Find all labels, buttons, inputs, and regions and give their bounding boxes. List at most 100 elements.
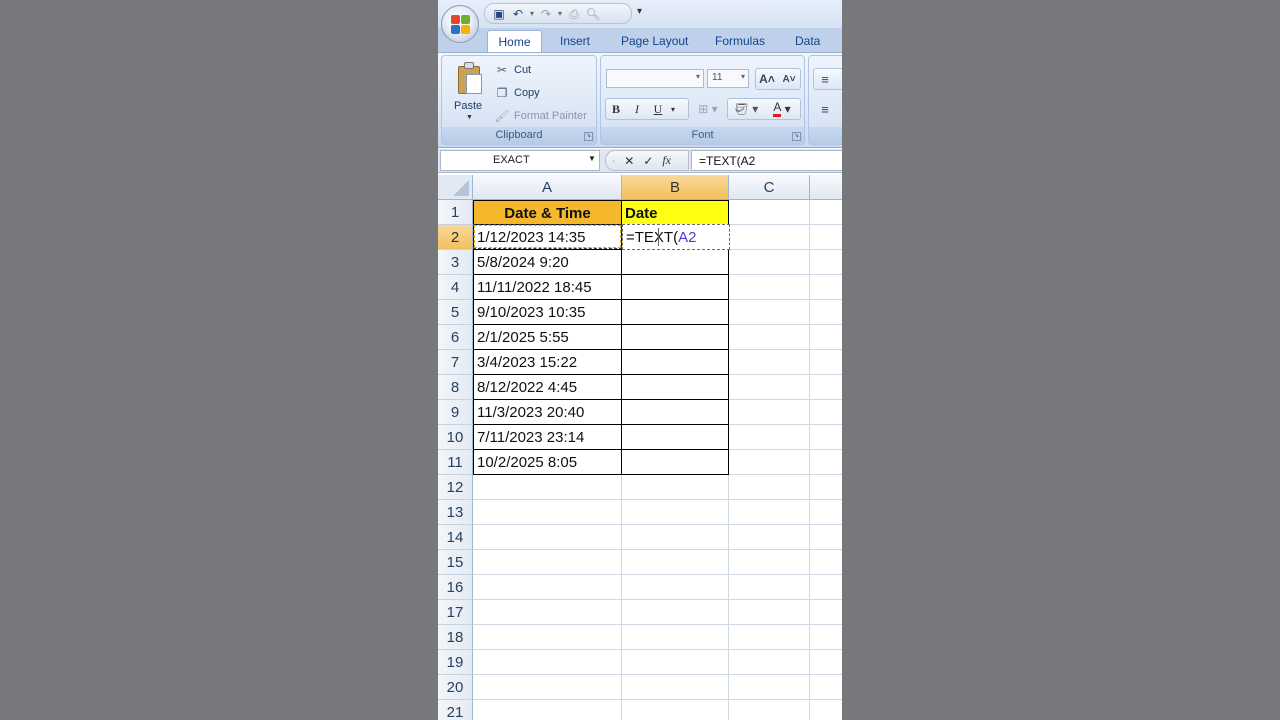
- tab-home[interactable]: Home: [487, 30, 542, 54]
- grid-cell[interactable]: 9/10/2023 10:35: [473, 300, 622, 325]
- grid-cell[interactable]: [473, 550, 622, 575]
- grid-cell[interactable]: [729, 300, 810, 325]
- grid-cell[interactable]: Date & Time: [473, 200, 622, 225]
- tab-insert[interactable]: Insert: [560, 34, 590, 48]
- grid-cell[interactable]: [810, 425, 842, 450]
- row-header[interactable]: 10: [438, 425, 473, 450]
- tab-formulas[interactable]: Formulas: [715, 34, 765, 48]
- name-box-dropdown-icon[interactable]: ▼: [588, 154, 596, 163]
- print-icon[interactable]: ⎙: [566, 6, 582, 22]
- grid-cell[interactable]: [473, 600, 622, 625]
- grid-cell[interactable]: [810, 700, 842, 720]
- grid-cell[interactable]: 3/4/2023 15:22: [473, 350, 622, 375]
- grid-cell[interactable]: [810, 600, 842, 625]
- undo-dropdown-icon[interactable]: ▾: [529, 9, 535, 18]
- grid-cell[interactable]: [729, 450, 810, 475]
- undo-icon[interactable]: ↶: [510, 6, 526, 22]
- expand-icon[interactable]: ◦: [612, 156, 615, 166]
- underline-dropdown-icon[interactable]: ▾: [667, 99, 679, 119]
- align-left-icon[interactable]: ≡: [815, 99, 835, 119]
- grid-cell[interactable]: [729, 550, 810, 575]
- grid-cell[interactable]: [729, 275, 810, 300]
- grid-cell[interactable]: [729, 500, 810, 525]
- grid-cell[interactable]: [810, 625, 842, 650]
- grid-cell[interactable]: 11/11/2022 18:45: [473, 275, 622, 300]
- align-top-icon[interactable]: ≡: [815, 69, 835, 89]
- row-header[interactable]: 7: [438, 350, 473, 375]
- grid-cell[interactable]: [622, 350, 729, 375]
- column-header-extra[interactable]: [810, 175, 842, 200]
- row-header[interactable]: 2: [438, 225, 473, 250]
- grid-cell[interactable]: [622, 650, 729, 675]
- grid-cell[interactable]: [729, 475, 810, 500]
- grid-cell[interactable]: [729, 575, 810, 600]
- row-header[interactable]: 17: [438, 600, 473, 625]
- grid-cell[interactable]: [622, 675, 729, 700]
- grid-cell[interactable]: [729, 250, 810, 275]
- grid-cell[interactable]: [810, 250, 842, 275]
- grid-cell[interactable]: [622, 375, 729, 400]
- grid-cell[interactable]: [729, 675, 810, 700]
- insert-function-icon[interactable]: fx: [662, 153, 671, 168]
- grid-cell[interactable]: [810, 325, 842, 350]
- grid-cell[interactable]: [729, 325, 810, 350]
- paste-button[interactable]: Paste: [454, 100, 482, 112]
- paste-dropdown-icon[interactable]: ▼: [466, 114, 473, 121]
- grid-cell[interactable]: [810, 375, 842, 400]
- fill-color-icon[interactable]: 🪣︎ ▾: [729, 99, 763, 119]
- grid-cell[interactable]: [622, 300, 729, 325]
- row-header[interactable]: 9: [438, 400, 473, 425]
- grid-cell[interactable]: [729, 525, 810, 550]
- grid-cell[interactable]: [473, 525, 622, 550]
- grid-cell[interactable]: [622, 325, 729, 350]
- grid-cell[interactable]: 5/8/2024 9:20: [473, 250, 622, 275]
- grid-cell[interactable]: 10/2/2025 8:05: [473, 450, 622, 475]
- grid-cell[interactable]: [473, 625, 622, 650]
- grid-cell[interactable]: [729, 600, 810, 625]
- grid-cell[interactable]: [810, 475, 842, 500]
- grid-cell[interactable]: [622, 425, 729, 450]
- grid-cell[interactable]: [729, 700, 810, 720]
- enter-icon[interactable]: ✓: [643, 154, 653, 168]
- row-header[interactable]: 6: [438, 325, 473, 350]
- grid-cell[interactable]: [810, 500, 842, 525]
- grid-cell[interactable]: [473, 650, 622, 675]
- grid-cell[interactable]: [810, 675, 842, 700]
- underline-button[interactable]: U: [649, 99, 667, 119]
- format-painter-button[interactable]: 🖌︎ Format Painter: [494, 109, 586, 123]
- row-header[interactable]: 1: [438, 200, 473, 225]
- font-color-icon[interactable]: A ▾: [765, 99, 799, 119]
- font-name-combo[interactable]: ▾: [606, 69, 704, 88]
- grow-font-icon[interactable]: A˄: [757, 69, 777, 89]
- row-header[interactable]: 19: [438, 650, 473, 675]
- row-header[interactable]: 4: [438, 275, 473, 300]
- grid-cell[interactable]: 1/12/2023 14:35: [473, 225, 622, 250]
- grid-cell[interactable]: [473, 475, 622, 500]
- column-header-c[interactable]: C: [729, 175, 810, 200]
- grid-cell[interactable]: [729, 350, 810, 375]
- grid-cell[interactable]: [729, 625, 810, 650]
- grid-cell[interactable]: [810, 300, 842, 325]
- grid-cell[interactable]: [622, 475, 729, 500]
- shrink-font-icon[interactable]: A˅: [779, 69, 799, 89]
- row-header[interactable]: 16: [438, 575, 473, 600]
- row-header[interactable]: 14: [438, 525, 473, 550]
- tab-page-layout[interactable]: Page Layout: [621, 34, 688, 48]
- save-icon[interactable]: ▣: [491, 6, 507, 22]
- grid-cell[interactable]: [622, 550, 729, 575]
- row-header[interactable]: 20: [438, 675, 473, 700]
- customize-qat-icon[interactable]: ▾: [637, 6, 642, 17]
- grid-cell[interactable]: [729, 650, 810, 675]
- grid-cell[interactable]: [810, 525, 842, 550]
- grid-cell[interactable]: 8/12/2022 4:45: [473, 375, 622, 400]
- row-header[interactable]: 12: [438, 475, 473, 500]
- paste-icon[interactable]: [456, 62, 484, 94]
- select-all-button[interactable]: [438, 175, 473, 200]
- grid-cell[interactable]: [810, 400, 842, 425]
- name-box[interactable]: EXACT: [440, 150, 600, 171]
- grid-cell[interactable]: [729, 400, 810, 425]
- office-button[interactable]: [441, 5, 479, 43]
- grid-cell[interactable]: 7/11/2023 23:14: [473, 425, 622, 450]
- row-header[interactable]: 13: [438, 500, 473, 525]
- borders-icon[interactable]: ⊞ ▾: [693, 99, 723, 119]
